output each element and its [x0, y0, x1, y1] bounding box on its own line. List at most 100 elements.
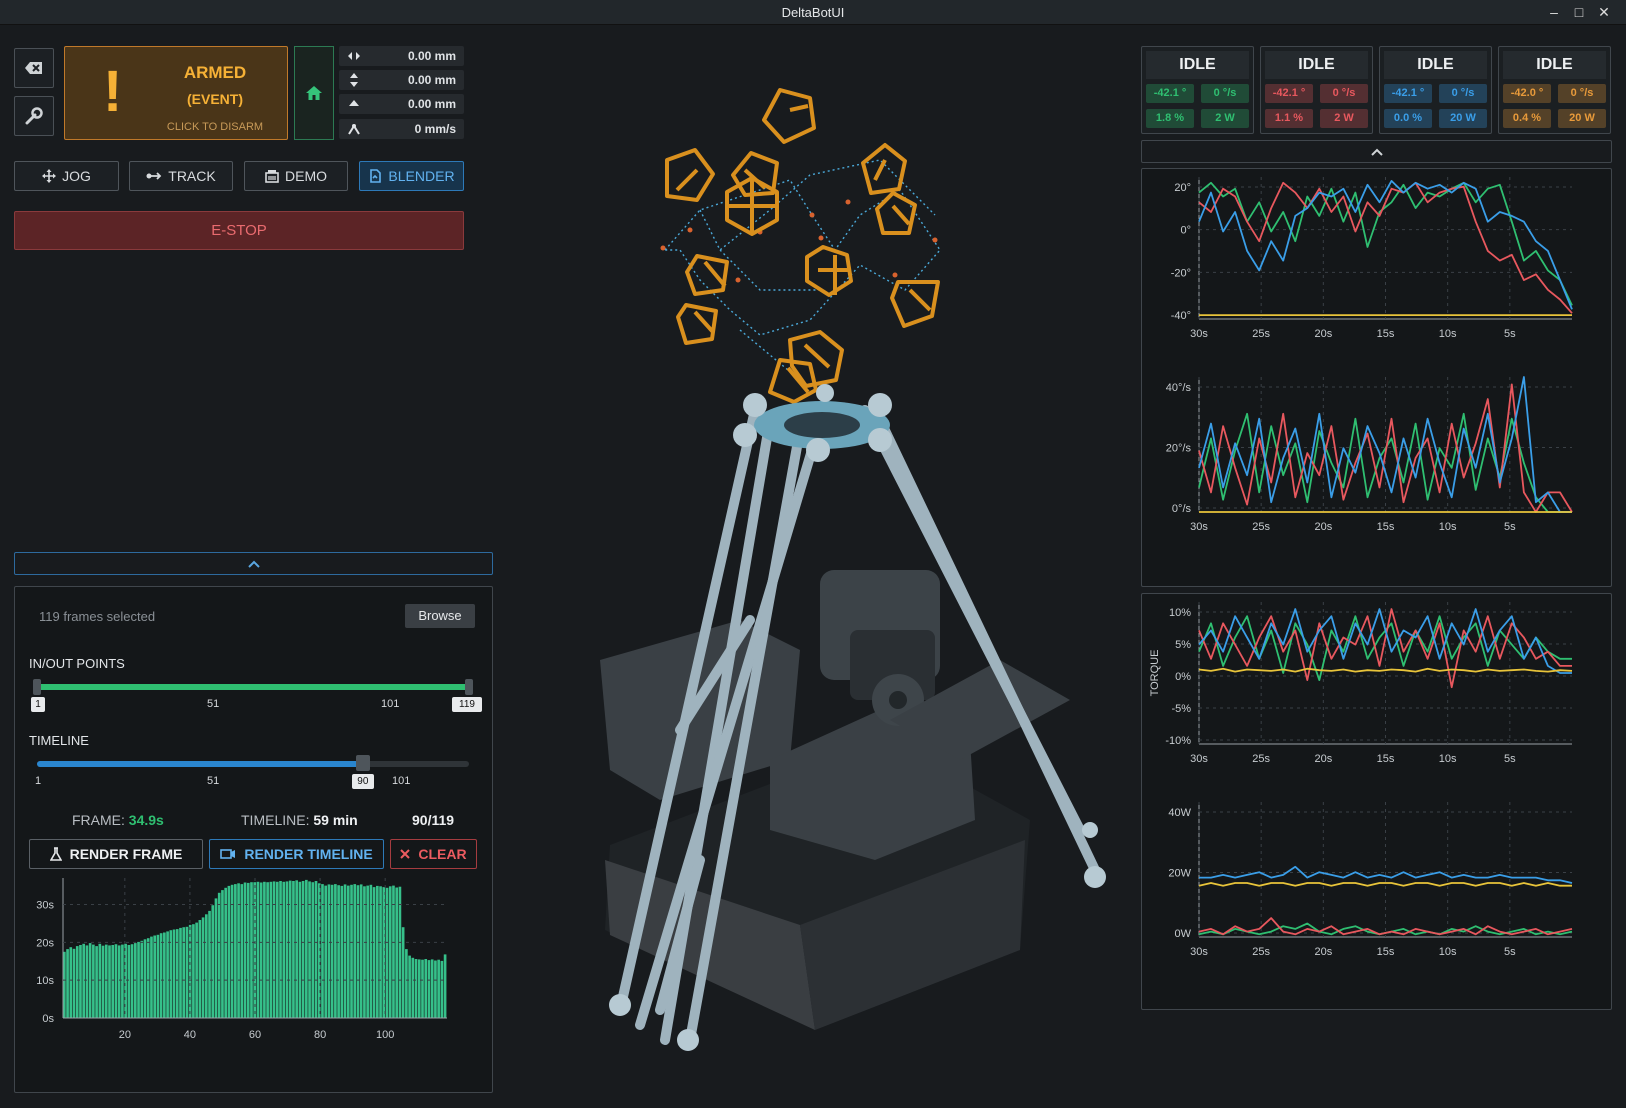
wrench-icon	[25, 107, 43, 125]
maximize-icon[interactable]: □	[1569, 0, 1589, 25]
arm-toggle-button[interactable]: ! ARMED (EVENT) CLICK TO DISARM	[64, 46, 288, 140]
frame-bar	[198, 920, 202, 1018]
motor-4-status: IDLE -42.0 ° 0 °/s 0.4 % 20 W	[1498, 46, 1611, 134]
motor-1-status: IDLE -42.1 ° 0 °/s 1.8 % 2 W	[1141, 46, 1254, 134]
frame-bar	[279, 881, 282, 1018]
motor-4-power: 20 W	[1558, 109, 1606, 128]
estop-label: E-STOP	[211, 222, 267, 239]
frame-bar	[201, 917, 205, 1018]
blender-icon	[370, 169, 382, 183]
frame-bar	[146, 938, 150, 1018]
out-point-handle[interactable]	[465, 679, 473, 695]
y-tick-label: 5%	[1175, 639, 1191, 651]
timeline-progress-fill	[37, 761, 363, 767]
frame-bar	[121, 944, 124, 1018]
y-axis-label: TORQUE	[1149, 650, 1161, 697]
frame-bar	[366, 885, 369, 1018]
frame-bar	[363, 886, 366, 1018]
home-icon	[306, 86, 322, 100]
motor-4-speed: 0 °/s	[1558, 84, 1606, 103]
mode-demo-button[interactable]: DEMO	[244, 161, 348, 191]
render-frame-button[interactable]: RENDER FRAME	[29, 839, 203, 869]
frame-bar	[298, 881, 302, 1018]
timeline-slider[interactable]	[37, 755, 469, 771]
y-tick-label: 10s	[36, 975, 54, 987]
x-tick-label: 40	[184, 1029, 196, 1041]
track-icon	[146, 172, 162, 180]
render-timeline-button[interactable]: RENDER TIMELINE	[209, 839, 384, 869]
clear-errors-button[interactable]	[14, 48, 54, 88]
frame-bar	[301, 881, 305, 1018]
x-tick-label: 25s	[1252, 753, 1270, 765]
frame-bar	[295, 880, 298, 1018]
motor-3-state: IDLE	[1384, 51, 1487, 79]
collapse-panel-button[interactable]	[14, 552, 493, 575]
blender-panel: 119 frames selected Browse IN/OUT POINTS…	[14, 586, 493, 1093]
clear-button[interactable]: CLEAR	[390, 839, 477, 869]
close-icon[interactable]: ✕	[1594, 0, 1614, 25]
frame-bar	[414, 959, 418, 1018]
motor-1-angle: -42.1 °	[1146, 84, 1194, 103]
y-tick-label: 0°/s	[1172, 503, 1192, 515]
frame-bar	[72, 948, 76, 1018]
series-line	[1198, 667, 1573, 673]
frame-bar	[182, 927, 186, 1018]
motor-2-load: 1.1 %	[1265, 109, 1313, 128]
angle-chart: 20° 0° -20° -40° 30s 25s 20s 15s 10s 5s	[1171, 177, 1573, 340]
x-tick-label: 30s	[1190, 328, 1208, 340]
motor-2-power: 2 W	[1320, 109, 1368, 128]
frame-bar	[127, 945, 131, 1018]
mode-blender-button[interactable]: BLENDER	[359, 161, 464, 191]
x-tick-label: 10s	[1439, 753, 1457, 765]
mode-track-button[interactable]: TRACK	[129, 161, 233, 191]
inout-slider[interactable]	[33, 679, 473, 695]
motor-3-load: 0.0 %	[1384, 109, 1432, 128]
y-tick-label: 20W	[1168, 868, 1191, 880]
frame-bar	[69, 947, 73, 1018]
browse-button[interactable]: Browse	[405, 604, 475, 628]
close-x-icon	[400, 849, 411, 859]
robot-viewport[interactable]	[560, 60, 1120, 1060]
z-axis-icon	[349, 100, 359, 106]
frame-bar	[211, 905, 215, 1018]
frame-bar	[114, 944, 118, 1018]
frame-bar	[250, 882, 253, 1018]
motor-2-state: IDLE	[1265, 51, 1368, 79]
settings-button[interactable]	[14, 96, 54, 136]
home-button[interactable]	[294, 46, 334, 140]
collapse-status-button[interactable]	[1141, 140, 1612, 163]
frame-bar	[392, 885, 395, 1018]
inout-tick-101: 101	[381, 698, 400, 710]
frame-bar	[434, 960, 437, 1018]
x-tick-label: 80	[314, 1029, 326, 1041]
x-position-readout: 0.00 mm	[339, 46, 464, 66]
frame-bar	[143, 939, 147, 1018]
frame-bar	[214, 898, 218, 1018]
in-point-handle[interactable]	[33, 679, 41, 695]
effector-poses	[665, 88, 940, 404]
frame-bar	[256, 881, 260, 1018]
frame-bar	[263, 881, 266, 1018]
timeline-total: 59 min	[313, 812, 358, 828]
frame-bar	[153, 935, 156, 1018]
frame-bar	[156, 934, 160, 1018]
frame-bar	[340, 885, 344, 1018]
estop-button[interactable]: E-STOP	[14, 211, 464, 250]
frame-bar	[234, 884, 237, 1018]
y-tick-label: 20°/s	[1166, 443, 1192, 455]
frame-bar	[269, 881, 273, 1018]
x-position-value: 0.00 mm	[407, 49, 456, 63]
frame-bar	[359, 884, 363, 1018]
frame-bar	[195, 922, 198, 1018]
mode-jog-button[interactable]: JOG	[14, 161, 119, 191]
y-tick-label: -5%	[1171, 703, 1191, 715]
motor-1-load: 1.8 %	[1146, 109, 1194, 128]
y-position-readout: 0.00 mm	[339, 70, 464, 90]
timeline-handle[interactable]	[355, 755, 370, 771]
timeline-tick-101: 101	[392, 775, 411, 787]
in-point-value: 1	[31, 697, 45, 712]
minimize-icon[interactable]: –	[1544, 0, 1564, 25]
timeline-label: TIMELINE:	[241, 812, 310, 828]
y-tick-label: 0W	[1175, 928, 1192, 940]
x-tick-label: 20s	[1314, 328, 1332, 340]
